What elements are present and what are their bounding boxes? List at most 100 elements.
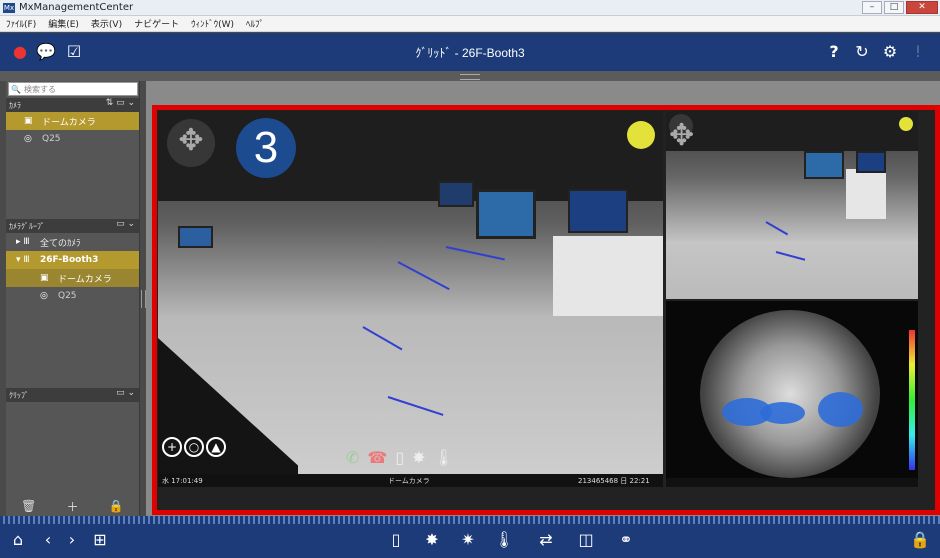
camera-status-bar: 水 17:01:49 ドームカメラ 213465468 日 22:21 — [158, 474, 663, 487]
motion-vector — [397, 261, 450, 291]
gear-icon[interactable]: ⚙ — [880, 42, 900, 62]
light-icon[interactable]: ✸ — [412, 448, 425, 467]
expand-arrow-icon: ▸ Ⅲ — [16, 237, 30, 247]
menu-navigate[interactable]: ナビゲート — [128, 17, 185, 30]
yellow-indicator-icon — [627, 121, 655, 149]
menu-file[interactable]: ﾌｧｲﾙ(F) — [0, 17, 42, 30]
cameras-section-header[interactable]: ｶﾒﾗ ⇅ ▭ ⌄ — [6, 98, 139, 112]
fisheye-camera-icon: ◎ — [24, 134, 32, 144]
light-on-icon[interactable]: ✸ — [422, 530, 442, 549]
window-title: MxManagementCenter — [19, 2, 134, 13]
switch-icon[interactable]: ⇄ — [536, 530, 556, 549]
thermometer-icon[interactable]: 🌡 — [494, 530, 514, 549]
fisheye-camera-icon: ◎ — [40, 291, 48, 301]
menu-view[interactable]: 表示(V) — [85, 17, 128, 30]
search-placeholder: 検索する — [23, 84, 56, 94]
phone-accept-icon[interactable]: ✆ — [346, 448, 359, 467]
forward-icon[interactable]: › — [62, 530, 82, 549]
camera-icon: ▣ — [24, 116, 33, 126]
bottom-toolbar: ⌂ ‹ › ⊞ ▯ ✸ ✷ 🌡 ⇄ ◫ ⚭ 🔒 — [0, 516, 940, 558]
sidebar-item-26f-booth3[interactable]: ▾ Ⅲ 26F-Booth3 — [6, 251, 139, 269]
trash-icon[interactable]: 🗑 — [21, 499, 36, 513]
door-icon[interactable]: ▯ — [386, 530, 406, 549]
sidebar-item-dome-camera[interactable]: ▣ ドームカメラ — [6, 112, 139, 130]
zoom-reset-button[interactable]: ○ — [184, 437, 204, 457]
motion-vector — [775, 251, 806, 261]
clips-menu-icon[interactable]: ▭ ⌄ — [116, 388, 135, 398]
sidebar-item-label: Q25 — [42, 134, 61, 144]
sidebar-item-q25[interactable]: ◎ Q25 — [6, 130, 139, 148]
zoom-in-button[interactable]: + — [162, 437, 182, 457]
sidebar-item-group-dome-camera[interactable]: ▣ ドームカメラ — [6, 269, 139, 287]
menu-window[interactable]: ｳｨﾝﾄﾞｳ(W) — [185, 17, 240, 30]
page-title: ｸﾞﾘｯﾄﾞ - 26F-Booth3 — [415, 46, 525, 60]
camera-timestamp: 水 17:01:49 — [162, 477, 203, 485]
heatmap-blob — [818, 392, 863, 427]
groups-section-header[interactable]: ｶﾒﾗｸﾞﾙｰﾌﾟ ▭ ⌄ — [6, 219, 139, 233]
lock-icon[interactable]: 🔒 — [109, 499, 124, 513]
clips-header-label: ｸﾘｯﾌﾟ — [9, 390, 29, 400]
ptz-dpad-small[interactable] — [669, 114, 693, 153]
cameras-header-label: ｶﾒﾗ — [9, 100, 21, 110]
menu-help[interactable]: ﾍﾙﾌﾟ — [240, 17, 270, 30]
sort-icon[interactable]: ⇅ ▭ ⌄ — [106, 98, 135, 108]
camera-view-dome[interactable] — [158, 111, 663, 487]
phone-hangup-icon[interactable]: ☎ — [367, 448, 387, 467]
lock-icon[interactable]: 🔒 — [910, 530, 930, 549]
link-icon[interactable]: ⚭ — [616, 530, 636, 549]
perspective-button[interactable]: ▲ — [206, 437, 226, 457]
yellow-indicator-icon — [899, 117, 913, 131]
camera-name: ドームカメラ — [388, 477, 430, 485]
groups-header-label: ｶﾒﾗｸﾞﾙｰﾌﾟ — [9, 221, 45, 231]
search-input[interactable]: 🔍 検索する — [8, 82, 138, 96]
maximize-button[interactable]: □ — [884, 1, 904, 14]
help-icon[interactable]: ? — [824, 42, 844, 62]
sidebar-footer: 🗑 ＋ 🔒 — [6, 496, 139, 516]
sidebar-item-label: ドームカメラ — [42, 117, 96, 128]
fisheye-status-bar — [666, 478, 918, 487]
motion-vector — [765, 221, 789, 236]
heatmap-scale — [909, 330, 915, 470]
sidebar-item-label: ドームカメラ — [58, 274, 112, 285]
light-off-icon[interactable]: ✷ — [458, 530, 478, 549]
search-icon: 🔍 — [11, 84, 21, 94]
app-logo-icon: Mx — [3, 2, 15, 13]
home-icon[interactable]: ⌂ — [8, 530, 28, 549]
thermometer-icon[interactable]: 🌡 — [434, 448, 454, 467]
snapshot-icon[interactable]: ◫ — [576, 530, 596, 549]
menu-edit[interactable]: 編集(E) — [42, 17, 85, 30]
sidebar-item-label: 26F-Booth3 — [40, 255, 99, 265]
sidebar: 🔍 検索する ｶﾒﾗ ⇅ ▭ ⌄ ▣ ドームカメラ ◎ Q25 ｶﾒﾗｸﾞﾙｰﾌ… — [6, 81, 140, 516]
sidebar-item-label: 全てのｶﾒﾗ — [40, 238, 81, 249]
lock-dim-icon: ! — [914, 42, 922, 61]
camera-action-icons: ✆ ☎ ▯ ✸ 🌡 — [346, 448, 454, 467]
sidebar-item-all-cameras[interactable]: ▸ Ⅲ 全てのｶﾒﾗ — [6, 233, 139, 251]
menu-bar: ﾌｧｲﾙ(F) 編集(E) 表示(V) ナビゲート ｳｨﾝﾄﾞｳ(W) ﾍﾙﾌﾟ — [0, 16, 940, 32]
sidebar-item-label: Q25 — [58, 291, 77, 301]
clips-section-header[interactable]: ｸﾘｯﾌﾟ ▭ ⌄ — [6, 388, 139, 402]
motion-vector — [387, 396, 444, 416]
minimize-button[interactable]: – — [862, 1, 882, 14]
timeline-strip[interactable] — [0, 516, 940, 524]
camera-view-top-right[interactable] — [666, 111, 918, 299]
door-icon[interactable]: ▯ — [395, 448, 404, 467]
step-badge: 3 — [236, 118, 296, 178]
collapse-arrow-icon: ▾ Ⅲ — [16, 255, 30, 265]
fisheye-image — [700, 310, 880, 478]
motion-vector — [362, 326, 403, 351]
add-icon[interactable]: ＋ — [67, 498, 79, 515]
layout-icon[interactable]: ⊞ — [90, 530, 110, 549]
close-button[interactable]: ✕ — [906, 1, 938, 14]
ptz-dpad[interactable] — [167, 119, 215, 167]
window-title-bar: Mx MxManagementCenter – □ ✕ — [0, 0, 940, 16]
horizontal-grip[interactable] — [0, 71, 940, 81]
motion-vector — [445, 246, 505, 261]
refresh-icon[interactable]: ↻ — [852, 42, 872, 62]
camera-icon: ▣ — [40, 273, 49, 283]
heatmap-blob — [760, 402, 805, 424]
group-menu-icon[interactable]: ▭ ⌄ — [116, 219, 135, 229]
sidebar-item-group-q25[interactable]: ◎ Q25 — [6, 287, 139, 305]
main-toolbar: ● 💬 ☑ ｸﾞﾘｯﾄﾞ - 26F-Booth3 ? ↻ ⚙ ! — [0, 33, 940, 71]
back-icon[interactable]: ‹ — [38, 530, 58, 549]
camera-stamp: 213465468 日 22:21 — [578, 477, 650, 485]
